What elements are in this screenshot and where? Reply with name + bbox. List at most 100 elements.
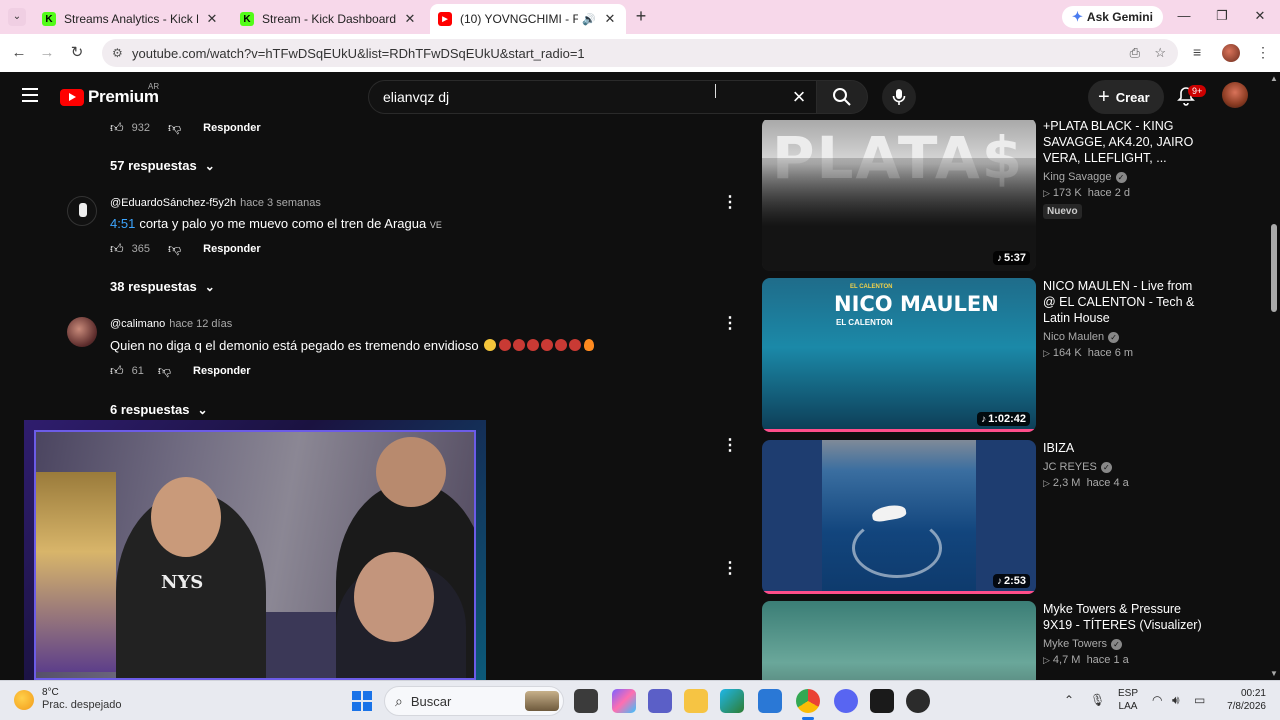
discord-icon[interactable]: [834, 689, 858, 713]
scroll-down-arrow-icon[interactable]: ▼: [1269, 669, 1279, 678]
view-replies-button[interactable]: 6 respuestas ⌄: [110, 402, 208, 417]
ask-gemini-button[interactable]: ✦ Ask Gemini: [1062, 6, 1163, 28]
file-explorer-icon[interactable]: [684, 689, 708, 713]
channel-name[interactable]: JC REYES: [1043, 461, 1097, 473]
new-badge: Nuevo: [1043, 204, 1082, 219]
address-bar[interactable]: ⚙ youtube.com/watch?v=hTFwDSqEUkU&list=R…: [102, 39, 1178, 67]
teams-icon[interactable]: [648, 689, 672, 713]
menu-icon[interactable]: ⋮: [1256, 44, 1270, 61]
tab-youtube-video[interactable]: ▶ (10) YOVNGCHIMI - FDO El 🔊 ✕: [430, 4, 626, 34]
create-button[interactable]: + Crear: [1088, 80, 1164, 114]
menu-icon[interactable]: [22, 88, 38, 102]
forward-icon[interactable]: →: [38, 44, 56, 62]
scrollbar-thumb[interactable]: [1271, 224, 1277, 312]
search-input[interactable]: elianvqz dj ×: [368, 80, 816, 114]
page-scrollbar[interactable]: [1268, 72, 1280, 680]
kick-app-icon[interactable]: [870, 689, 894, 713]
video-title[interactable]: +PLATA BLACK - KING SAVAGGE, AK4.20, JAI…: [1043, 120, 1203, 166]
weather-widget[interactable]: 8°C Prac. despejado: [14, 687, 122, 712]
reply-button[interactable]: Responder: [203, 122, 260, 134]
reply-button[interactable]: Responder: [193, 365, 250, 377]
taskbar-search[interactable]: ⌕ Buscar: [384, 686, 564, 716]
like-icon[interactable]: 👍︎: [110, 241, 124, 257]
comment-more-icon[interactable]: ⋮: [722, 438, 738, 454]
search-button[interactable]: [816, 80, 868, 114]
reply-button[interactable]: Responder: [203, 243, 260, 255]
restore-icon[interactable]: ❐: [1214, 8, 1230, 24]
battery-icon[interactable]: ▭: [1194, 693, 1205, 707]
timestamp-link[interactable]: 4:51: [110, 216, 135, 231]
copilot-icon[interactable]: [612, 689, 636, 713]
kick-icon: K: [240, 12, 254, 26]
tab-search-button[interactable]: ⌄: [8, 8, 26, 26]
comment-author[interactable]: @calimano: [110, 318, 165, 330]
edge-icon[interactable]: [720, 689, 744, 713]
dislike-icon[interactable]: 👎︎: [158, 363, 171, 379]
channel-name[interactable]: Myke Towers: [1043, 638, 1107, 650]
speaker-icon[interactable]: 🔊: [582, 13, 596, 26]
video-title[interactable]: IBIZA: [1043, 440, 1203, 456]
minimize-icon[interactable]: —: [1176, 8, 1192, 23]
thumbnail-wake: [852, 518, 942, 578]
reading-list-icon[interactable]: ≡: [1193, 44, 1201, 60]
thumbnail-subtext: EL CALENTON: [836, 318, 893, 327]
view-replies-button[interactable]: 57 respuestas ⌄: [110, 158, 215, 173]
voice-search-button[interactable]: [882, 80, 916, 114]
tab-stream[interactable]: K Stream - Kick Dashboard ✕: [232, 4, 426, 34]
channel-name[interactable]: Nico Maulen: [1043, 331, 1104, 343]
weather-sun-icon: [14, 689, 34, 710]
close-window-icon[interactable]: ✕: [1252, 8, 1268, 24]
dislike-icon[interactable]: 👎︎: [168, 120, 181, 136]
like-icon[interactable]: 👍︎: [110, 363, 124, 379]
bookmark-star-icon[interactable]: ☆: [1154, 45, 1166, 61]
comment-more-icon[interactable]: ⋮: [722, 195, 738, 211]
app-icon[interactable]: [906, 689, 930, 713]
video-thumbnail[interactable]: PLATA$ ♪5:37: [762, 120, 1036, 271]
view-replies-button[interactable]: 38 respuestas ⌄: [110, 279, 215, 294]
dislike-icon[interactable]: 👎︎: [168, 241, 181, 257]
site-info-icon[interactable]: ⚙: [112, 46, 130, 60]
comment-avatar[interactable]: [67, 196, 97, 226]
volume-icon[interactable]: 🔊︎: [1172, 693, 1180, 708]
video-title[interactable]: NICO MAULEN - Live from @ EL CALENTON - …: [1043, 278, 1203, 326]
language-indicator[interactable]: ESP LAA: [1118, 687, 1138, 713]
new-tab-button[interactable]: +: [632, 7, 650, 26]
install-app-icon[interactable]: ⎙: [1130, 45, 1140, 61]
like-icon[interactable]: 👍︎: [110, 120, 124, 136]
account-avatar[interactable]: [1222, 82, 1248, 108]
browser-profile-avatar[interactable]: [1222, 44, 1240, 62]
wifi-icon[interactable]: ◠: [1152, 693, 1162, 707]
mic-tray-icon[interactable]: 🎙︎: [1090, 693, 1105, 707]
youtube-logo[interactable]: Premium AR: [60, 82, 159, 107]
clear-search-icon[interactable]: ×: [786, 84, 812, 110]
channel-name[interactable]: King Savagge: [1043, 171, 1112, 183]
close-icon[interactable]: ✕: [602, 11, 618, 27]
comment-more-icon[interactable]: ⋮: [722, 561, 738, 577]
clock[interactable]: 00:21 7/8/2026: [1216, 687, 1266, 713]
video-thumbnail[interactable]: [762, 601, 1036, 680]
tray-chevron-icon[interactable]: ⌃: [1064, 693, 1074, 707]
play-icon: ▷: [1043, 348, 1050, 358]
tab-streams-analytics[interactable]: K Streams Analytics - Kick Dashbo ✕: [34, 4, 228, 34]
comment-author[interactable]: @EduardoSánchez-f5y2h: [110, 197, 236, 209]
windows-start-icon[interactable]: [352, 691, 372, 711]
video-title[interactable]: Myke Towers & Pressure 9X19 - TÍTERES (V…: [1043, 601, 1203, 633]
comment-avatar[interactable]: [67, 317, 97, 347]
store-icon[interactable]: [758, 689, 782, 713]
gemini-icon: ✦: [1072, 9, 1083, 24]
reload-icon[interactable]: ↻: [68, 44, 86, 62]
close-icon[interactable]: ✕: [204, 11, 220, 27]
tab-title: Stream - Kick Dashboard: [262, 12, 396, 26]
video-thumbnail[interactable]: EL CALENTON NICO MAULEN EL CALENTON ♪ 1:0…: [762, 278, 1036, 432]
youtube-header: Premium AR elianvqz dj × + Crear: [0, 72, 1268, 120]
close-icon[interactable]: ✕: [402, 11, 418, 27]
back-icon[interactable]: ←: [10, 44, 28, 62]
stream-overlay-window[interactable]: NYS: [24, 420, 486, 688]
scroll-up-arrow-icon[interactable]: ▲: [1269, 74, 1279, 83]
create-label: Crear: [1115, 89, 1150, 105]
video-meta: IBIZA JC REYES ✓ ▷ 2,3 M hace 4 a: [1043, 440, 1203, 489]
task-view-icon[interactable]: [574, 689, 598, 713]
comment-more-icon[interactable]: ⋮: [722, 316, 738, 332]
chrome-icon[interactable]: [796, 689, 820, 713]
video-thumbnail[interactable]: ♪ 2:53: [762, 440, 1036, 594]
